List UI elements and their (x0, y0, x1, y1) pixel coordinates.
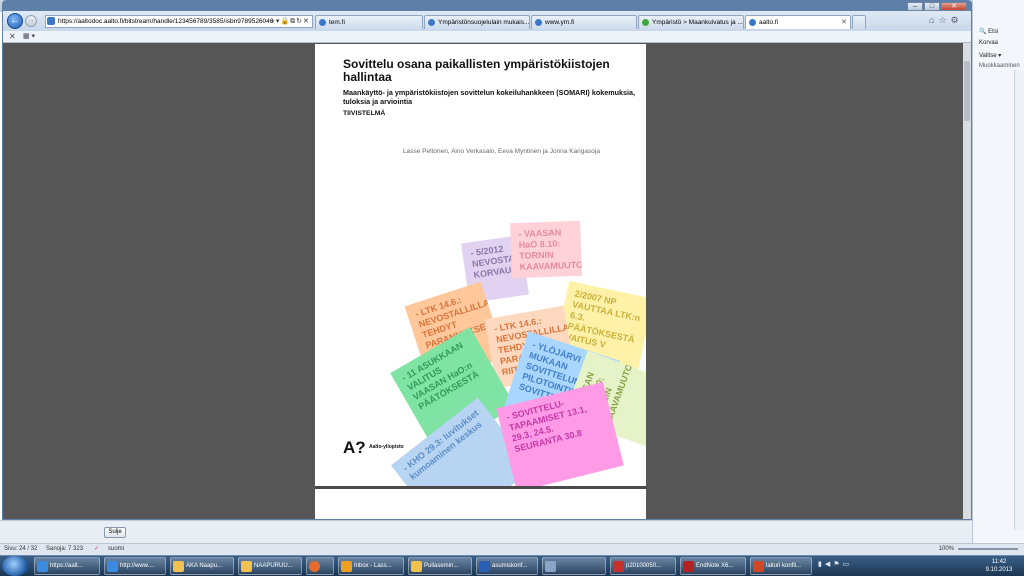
gear-icon[interactable]: ⚙ (951, 15, 963, 25)
clock[interactable]: 11:42 9.10.2013 (976, 558, 1022, 574)
back-arrow-icon[interactable]: ← (7, 13, 23, 29)
folder-icon (411, 561, 422, 572)
network-icon[interactable]: ▮ (818, 561, 825, 568)
battery-icon[interactable]: ▭ (843, 561, 853, 568)
ribbon-group-label: Muokkaaminen (979, 63, 1020, 69)
site-icon (535, 19, 542, 26)
tab-ymparisto[interactable]: Ympäristö > Maankuivatus ja ... (638, 15, 744, 29)
site-icon (749, 19, 756, 26)
powerpoint-icon (753, 561, 764, 572)
aalto-logo-text: Aalto-yliopisto (369, 444, 404, 450)
tab-tem[interactable]: tem.fi (315, 15, 423, 29)
pdf-page: Sovittelu osana paikallisten ympäristöki… (315, 44, 646, 486)
site-icon (428, 19, 435, 26)
taskbar-item[interactable]: laituri konfli... (750, 557, 812, 575)
document-subtitle: Maankäyttö- ja ympäristökiistojen sovitt… (343, 88, 635, 106)
new-tab-button[interactable] (852, 15, 866, 29)
pdf-scroll-thumb[interactable] (964, 61, 970, 121)
word-dialog-area (0, 520, 972, 543)
taskbar-item[interactable] (306, 557, 334, 575)
taskbar-item[interactable]: http://www.... (104, 557, 166, 575)
folder-icon (173, 561, 184, 572)
stop-icon[interactable]: ✕ (303, 18, 310, 25)
taskbar-item[interactable]: EndNote X6... (680, 557, 746, 575)
site-icon (319, 19, 326, 26)
window-icon (545, 561, 556, 572)
window-controls: – □ ✕ (906, 1, 967, 11)
pdf-next-page (315, 489, 646, 519)
zoom-level[interactable]: 100% (939, 544, 954, 555)
binoculars-icon: 🔍 (979, 29, 987, 35)
forward-arrow-icon[interactable]: → (25, 15, 37, 27)
volume-icon[interactable]: ◀ (825, 561, 833, 568)
status-page[interactable]: Sivu: 24 / 32 (4, 544, 37, 555)
word-icon (479, 561, 490, 572)
internet-explorer-icon (37, 561, 48, 572)
minimize-icon[interactable]: – (907, 2, 923, 11)
proofing-icon[interactable]: ✓ (94, 544, 99, 555)
ribbon-find[interactable]: 🔍 Etsi (979, 28, 998, 35)
outlook-icon (341, 561, 352, 572)
folder-icon (241, 561, 252, 572)
refresh-icon[interactable]: ↻ (296, 18, 303, 25)
aalto-logo: A? Aalto-yliopisto (343, 439, 433, 457)
address-bar-tools: ⌕▾🔒⧉↻✕ (271, 15, 310, 28)
word-status-bar: Sivu: 24 / 32 Sanoja: 7 323 ✓ suomi 100% (0, 543, 1024, 555)
pdf-icon (613, 561, 624, 572)
maximize-icon[interactable]: □ (924, 2, 940, 11)
taskbar-item[interactable]: p20100050... (610, 557, 676, 575)
flag-icon[interactable]: ⚑ (833, 561, 842, 568)
word-vertical-scrollbar[interactable] (1014, 70, 1024, 530)
taskbar-item[interactable]: AKA Naapu... (170, 557, 234, 575)
browser-title-bar: – □ ✕ (3, 1, 971, 11)
taskbar-item[interactable]: Inbox - Lass... (338, 557, 404, 575)
system-tray: ▮◀⚑▭ (818, 560, 852, 568)
star-icon[interactable]: ☆ (938, 15, 950, 25)
windows-start-icon[interactable] (2, 556, 28, 576)
endnote-icon (683, 561, 694, 572)
sticky-note: - VAASAN HaO 8.10: TORNIN KAAVAMUUTOS (510, 220, 582, 279)
document-title: Sovittelu osana paikallisten ympäristöki… (343, 57, 610, 84)
firefox-icon (309, 561, 320, 572)
ribbon-select[interactable]: Valitse ▾ (979, 52, 1001, 59)
aalto-logo-mark: A? (343, 438, 366, 457)
close-icon[interactable]: ✕ (9, 32, 16, 41)
taskbar: https://aalt... http://www.... AKA Naapu… (0, 555, 1024, 576)
internet-explorer-icon (107, 561, 118, 572)
site-icon (642, 19, 649, 26)
browser-toolbar-icons: ⌂☆⚙ (929, 15, 963, 26)
taskbar-item[interactable]: Pullasemin... (408, 557, 472, 575)
taskbar-item[interactable]: asumiskonf... (476, 557, 538, 575)
command-bar (3, 31, 971, 43)
tab-ym[interactable]: www.ym.fi (531, 15, 637, 29)
lock-icon[interactable]: 🔒 (280, 18, 290, 25)
status-word-count[interactable]: Sanoja: 7 323 (46, 544, 83, 555)
tab-aalto-active[interactable]: aalto.fi ✕ (745, 15, 851, 29)
zoom-slider[interactable] (958, 548, 1018, 550)
ribbon-replace[interactable]: Korvaa (979, 40, 998, 46)
document-authors: Lasse Peltonen, Aino Verkasalo, Eeva Myn… (403, 148, 600, 155)
taskbar-item[interactable] (542, 557, 606, 575)
browser-nav-bar: ← → https://aaltodoc.aalto.fi/bitstream/… (3, 11, 971, 31)
close-tab-icon[interactable]: ✕ (841, 16, 847, 29)
taskbar-item[interactable]: NAAPURUU... (238, 557, 302, 575)
close-button[interactable]: Sulje (104, 527, 126, 538)
taskbar-item[interactable]: https://aalt... (34, 557, 100, 575)
close-icon[interactable]: ✕ (941, 2, 967, 11)
site-icon (47, 17, 55, 25)
status-language[interactable]: suomi (108, 544, 124, 555)
tab-ymparistonsuojelulaki[interactable]: Ympäristönsuojelulain mukais... (424, 15, 530, 29)
document-section-label: TIIVISTELMÄ (343, 110, 386, 117)
pdf-tool-icon[interactable]: ▦ ▾ (23, 32, 35, 40)
